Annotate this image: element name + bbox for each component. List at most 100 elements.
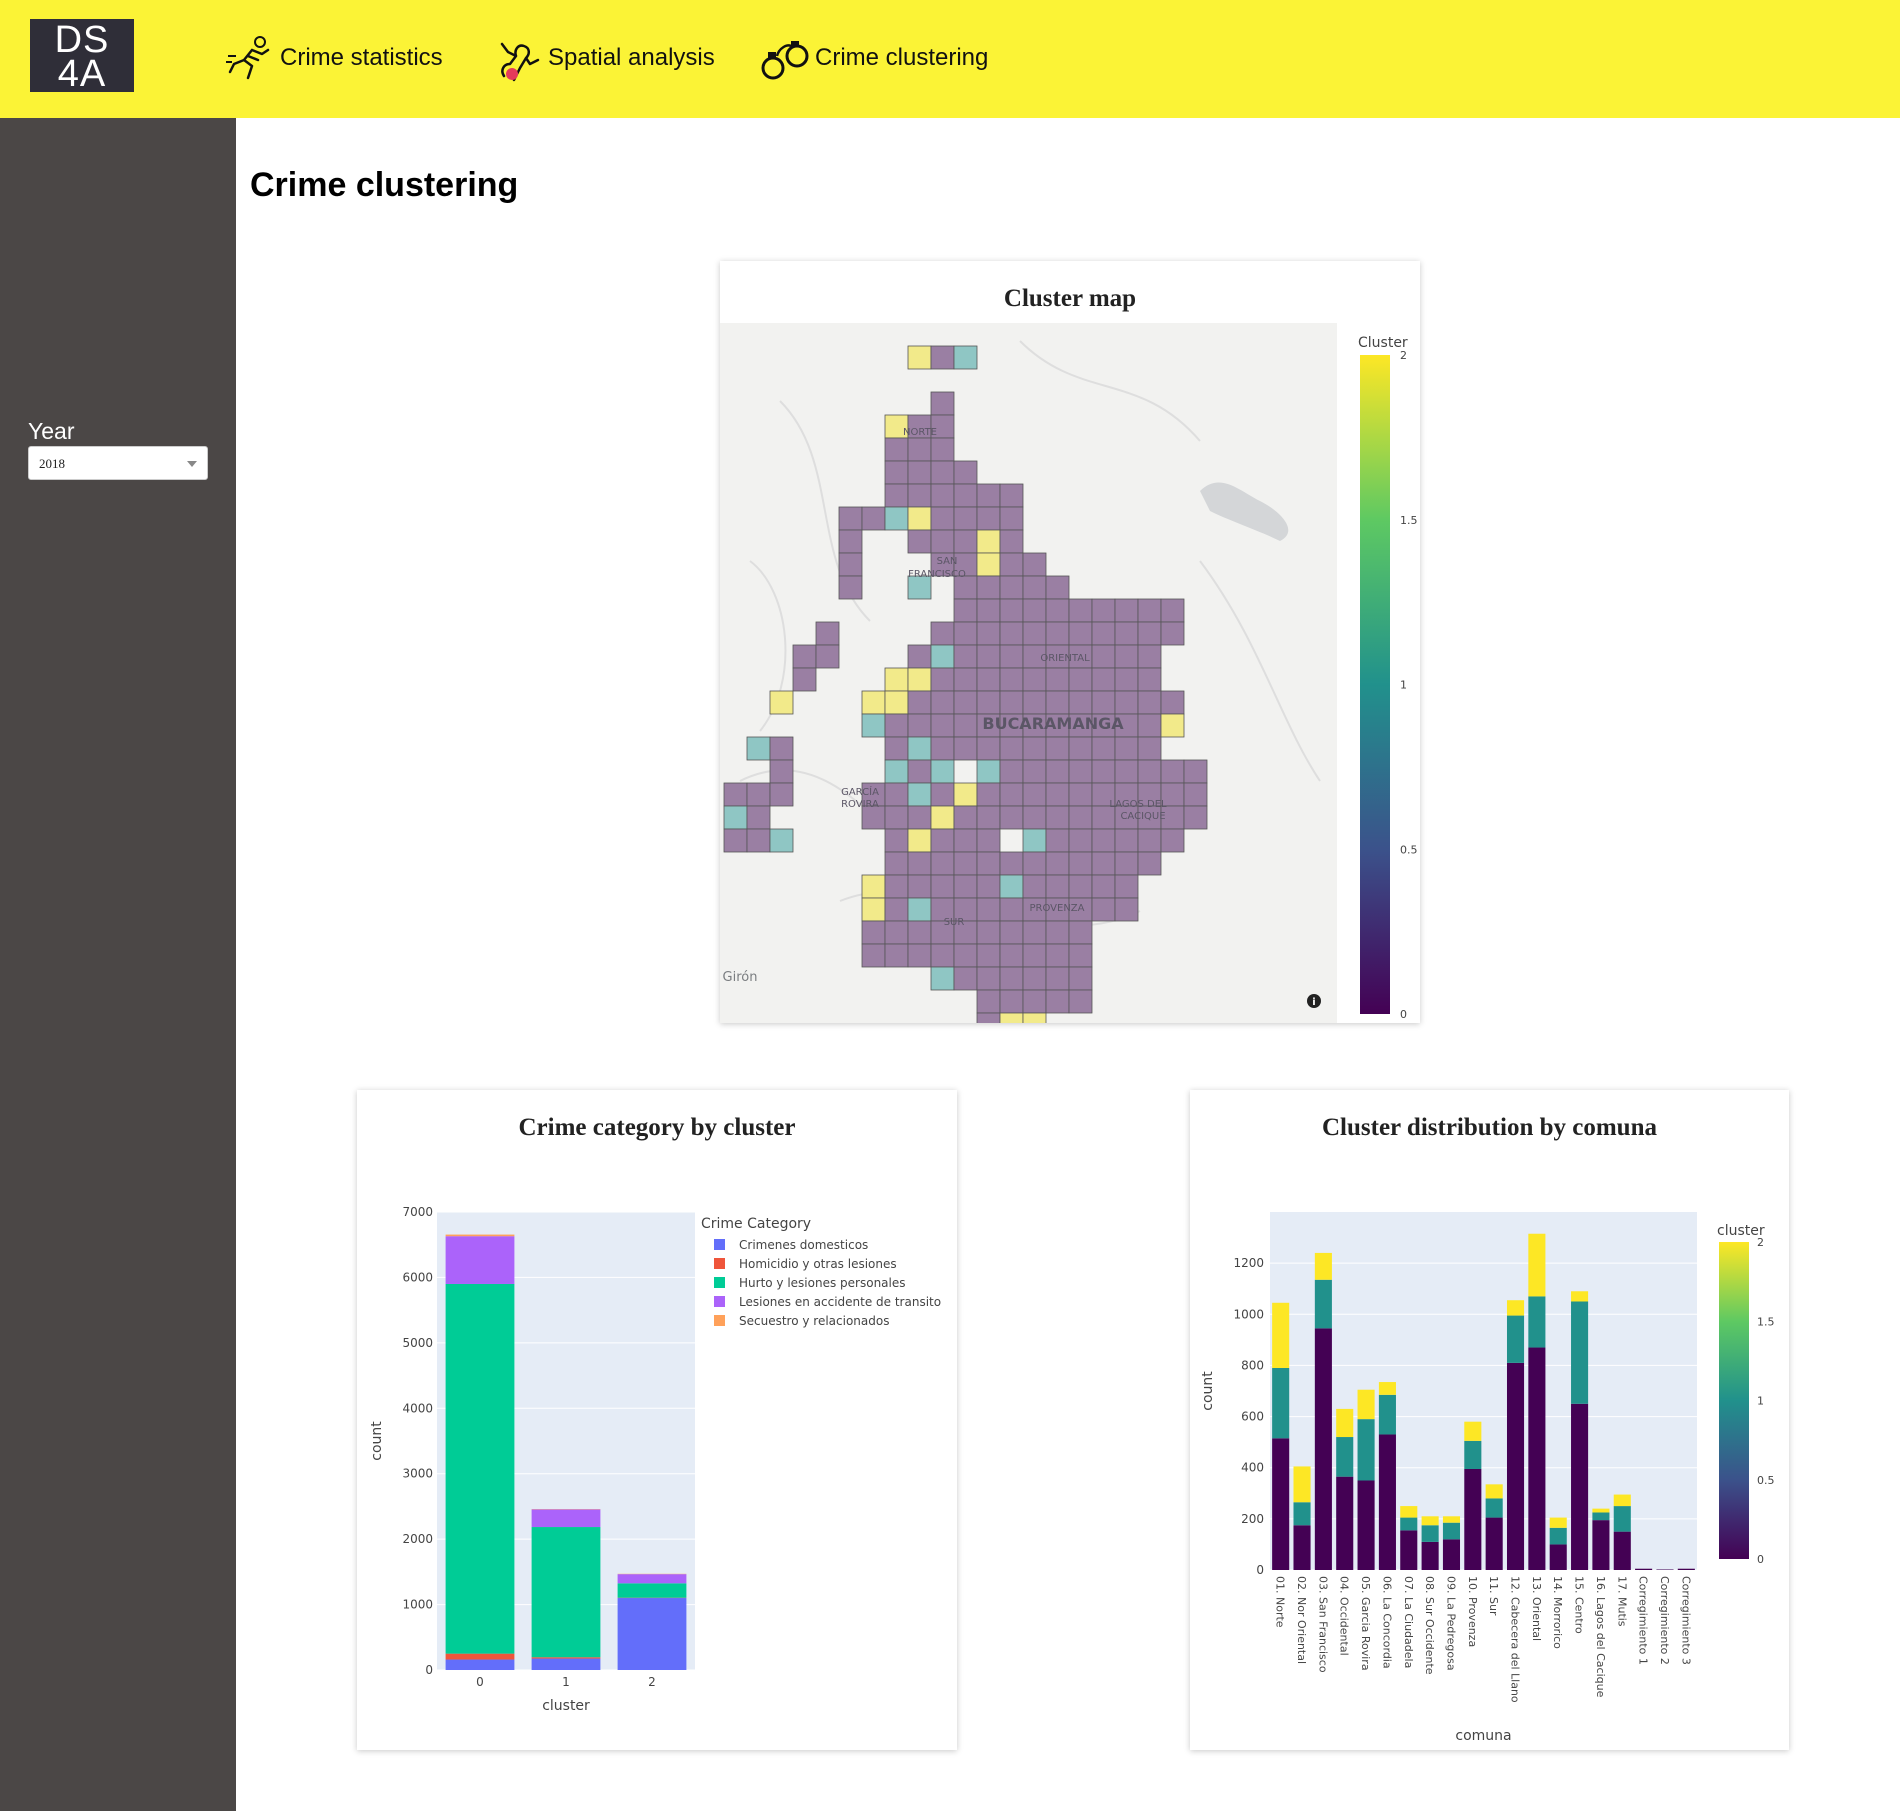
bar-segment: [531, 1658, 601, 1670]
nav-crime-clustering[interactable]: Crime clustering: [757, 30, 988, 86]
map-cell: [930, 874, 955, 899]
map-cell: [907, 506, 932, 531]
y-tick-label: 0: [1256, 1563, 1264, 1577]
map-cell: [930, 644, 955, 669]
nav-spatial-analysis[interactable]: Spatial analysis: [490, 30, 715, 86]
comuna-distribution-chart[interactable]: 0 200 400 600 800 1000 1200 01. Norte 02. Nor Or…: [1190, 1090, 1789, 1750]
map-cell: [1045, 920, 1070, 945]
map-cell: [907, 782, 932, 807]
map-cell: [953, 621, 978, 646]
legend-label: Crimenes domesticos: [739, 1238, 868, 1252]
map-cell: [976, 828, 1001, 853]
y-tick-label: 4000: [402, 1401, 433, 1415]
y-tick-label: 1200: [1233, 1256, 1264, 1270]
map-place-label: LAGOS DEL: [1109, 799, 1167, 810]
bar-segment: [1357, 1480, 1375, 1570]
y-tick-label: 0: [425, 1663, 433, 1677]
map-cell: [907, 805, 932, 830]
x-tick-label: 05. Garcia Rovira: [1359, 1576, 1372, 1671]
map-cell: [1022, 966, 1047, 991]
logo-line-2: 4A: [57, 53, 107, 95]
map-cell: [1160, 759, 1185, 784]
map-cell: [723, 805, 748, 830]
colorbar-tick: 1.5: [1757, 1315, 1775, 1328]
map-cell: [976, 874, 1001, 899]
map-cell: [769, 759, 794, 784]
map-cell: [953, 966, 978, 991]
x-tick-label: 10. Provenza: [1466, 1576, 1479, 1647]
logo-line-1: DS: [54, 19, 110, 61]
bar-segment: [1464, 1440, 1482, 1469]
map-cell: [1068, 782, 1093, 807]
legend-label: Homicidio y otras lesiones: [739, 1257, 897, 1271]
map-cell: [1137, 736, 1162, 761]
map-cell: [769, 828, 794, 853]
map-cell: [1068, 920, 1093, 945]
map-cell: [930, 529, 955, 554]
map-cell: [1091, 690, 1116, 715]
map-cell: [930, 805, 955, 830]
map-cell: [1114, 621, 1139, 646]
map-cell: [976, 506, 1001, 531]
map-cell: [746, 805, 771, 830]
map-cell: [884, 460, 909, 485]
map-cell: [930, 506, 955, 531]
year-dropdown-value: 2018: [39, 456, 65, 471]
map-cell: [953, 943, 978, 968]
map-cell: [861, 897, 886, 922]
x-tick-label: 16. Lagos del Cacique: [1594, 1576, 1607, 1698]
map-cell: [1137, 667, 1162, 692]
y-tick-label: 400: [1241, 1461, 1264, 1475]
colorbar-tick: 0.5: [1400, 843, 1418, 856]
bar-segment: [1336, 1437, 1354, 1477]
colorbar-tick: 1: [1400, 679, 1407, 692]
nav-crime-statistics[interactable]: Crime statistics: [222, 30, 443, 86]
map-cell: [815, 644, 840, 669]
cluster-map-plot[interactable]: NORTE SAN FRANCISCO ORIENTAL BUCARAMANGA GARC…: [720, 261, 1420, 1023]
bar-segment: [1549, 1517, 1567, 1528]
y-tick-label: 1000: [1233, 1307, 1264, 1321]
map-cell: [930, 391, 955, 416]
y-tick-label: 200: [1241, 1512, 1264, 1526]
map-cell: [1068, 736, 1093, 761]
map-cell: [953, 851, 978, 876]
map-cell: [953, 690, 978, 715]
map-cell: [930, 828, 955, 853]
map-cell: [1045, 851, 1070, 876]
chevron-down-icon[interactable]: [187, 461, 197, 467]
bar-segment: [1528, 1233, 1546, 1297]
map-cell: [999, 552, 1024, 577]
map-cell: [976, 667, 1001, 692]
map-cell: [976, 690, 1001, 715]
map-cell: [1022, 575, 1047, 600]
map-cell: [1137, 851, 1162, 876]
bar-segment: [1592, 1520, 1610, 1570]
map-cell: [999, 598, 1024, 623]
colorbar-tick: 2: [1757, 1236, 1764, 1249]
bar-segment: [1400, 1530, 1418, 1570]
x-tick-label: 08. Sur Occidente: [1423, 1576, 1436, 1675]
map-cell: [930, 851, 955, 876]
colorbar-tick: 1: [1757, 1395, 1764, 1408]
map-cell: [930, 460, 955, 485]
crime-category-chart[interactable]: 0 1000 2000 3000 4000 5000 6000 7000 0 1 2 cluster c…: [357, 1090, 957, 1750]
map-cell: [907, 345, 932, 370]
map-cell: [953, 736, 978, 761]
colorbar: [1360, 355, 1390, 1014]
ds4a-logo[interactable]: DS 4A: [30, 19, 134, 95]
bar-segment: [1272, 1438, 1290, 1570]
bar-segment: [1336, 1476, 1354, 1570]
y-tick-label: 7000: [402, 1205, 433, 1219]
map-cell: [1091, 621, 1116, 646]
map-cell: [861, 506, 886, 531]
year-dropdown[interactable]: 2018: [28, 446, 208, 480]
map-cell: [999, 920, 1024, 945]
legend-title: Crime Category: [701, 1216, 811, 1232]
colorbar: [1719, 1242, 1749, 1559]
map-cell: [1045, 736, 1070, 761]
map-cell: [930, 621, 955, 646]
page-title: Crime clustering: [250, 166, 519, 204]
bar-segment: [1442, 1522, 1461, 1540]
map-cell: [1160, 690, 1185, 715]
bar-segment: [1613, 1506, 1631, 1532]
